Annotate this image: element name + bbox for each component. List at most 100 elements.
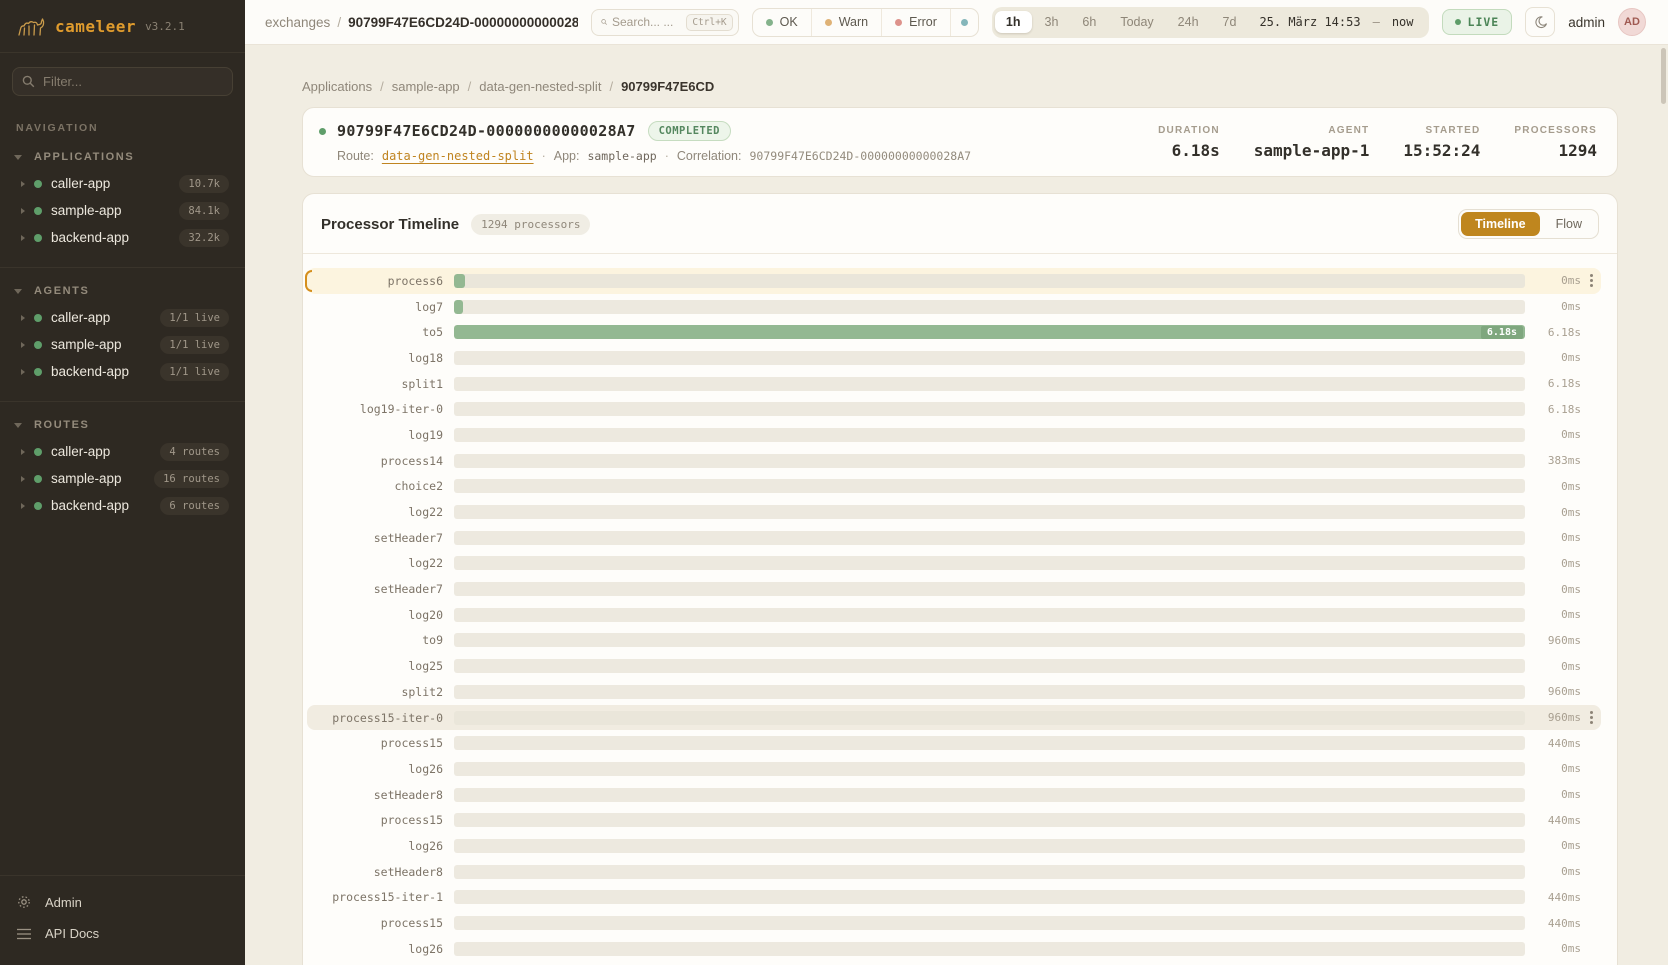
search-box[interactable]: Ctrl+K [591,9,739,36]
processor-name: process15 [307,916,454,930]
duration-value: 0ms [1525,506,1581,519]
timeline-row[interactable]: process15-iter-1 440ms [307,885,1601,911]
time-range-button[interactable]: Today [1109,11,1164,33]
sidebar-item[interactable]: caller-app 1/1 live [12,304,233,331]
timeline-row[interactable]: log26 0ms [307,756,1601,782]
timeline-row[interactable]: choice2 0ms [307,474,1601,500]
filter-input[interactable] [12,67,233,96]
timeline-track [454,762,1525,776]
timeline-row[interactable]: process15 440ms [307,807,1601,833]
stat-label: DURATION [1158,125,1220,136]
duration-value: 440ms [1525,814,1581,827]
timeline-row[interactable]: log18 0ms [307,345,1601,371]
breadcrumb-item[interactable]: Applications [302,79,372,94]
timeline-track [454,813,1525,827]
timeline-row[interactable]: process15 440ms [307,730,1601,756]
timeline-row[interactable]: to9 960ms [307,628,1601,654]
duration-bar [454,300,463,314]
selection-bracket [305,270,312,292]
page-breadcrumb: Applications / sample-app / data-gen-nes… [302,79,1618,94]
live-label: LIVE [1468,15,1500,29]
row-menu[interactable] [1581,279,1601,282]
topbar: exchanges / 90799F47E6CD24D-000000000000… [245,0,1668,45]
timeline-row[interactable]: process15-iter-0 960ms [307,705,1601,731]
search-icon [22,75,35,88]
avatar[interactable]: AD [1618,8,1646,36]
sidebar-item[interactable]: backend-app 32.2k [12,224,233,251]
view-toggle-button[interactable]: Flow [1542,212,1596,236]
timeline-row[interactable]: log19-iter-0 6.18s [307,396,1601,422]
sidebar-item[interactable]: backend-app 6 routes [12,492,233,519]
sidebar-item-label: backend-app [51,364,151,379]
route-link[interactable]: data-gen-nested-split [382,149,534,163]
status-dot [895,19,902,26]
timeline-row[interactable]: setHeader8 0ms [307,782,1601,808]
exchange-meta: Route: data-gen-nested-split · App: samp… [337,149,971,163]
time-range-button[interactable]: 3h [1034,11,1070,33]
sidebar-item-label: sample-app [51,471,145,486]
breadcrumb-section[interactable]: exchanges [265,15,330,30]
topbar-breadcrumb: exchanges / 90799F47E6CD24D-000000000000… [265,15,578,30]
theme-toggle-button[interactable] [1525,7,1555,37]
timeline-row[interactable]: split1 6.18s [307,371,1601,397]
status-dot [825,19,832,26]
time-range-button[interactable]: 24h [1167,11,1210,33]
timeline-row[interactable]: log19 0ms [307,422,1601,448]
breadcrumb-item[interactable]: data-gen-nested-split [479,79,601,94]
timeline-row[interactable]: log20 0ms [307,602,1601,628]
timeline-row[interactable]: split2 960ms [307,679,1601,705]
timeline-row[interactable]: process15 440ms [307,910,1601,936]
stat-value: 1294 [1514,141,1597,160]
sidebar-section-label: AGENTS [34,285,89,297]
timeline-row[interactable]: log7 0ms [307,294,1601,320]
status-filter[interactable]: Error [881,9,950,36]
status-filter[interactable] [950,9,978,36]
live-badge[interactable]: LIVE [1442,9,1513,35]
time-range-button[interactable]: 6h [1071,11,1107,33]
sidebar-section-header[interactable]: AGENTS [12,280,233,304]
sidebar-item[interactable]: sample-app 84.1k [12,197,233,224]
timeline-row[interactable]: setHeader7 0ms [307,525,1601,551]
time-range-button[interactable]: 7d [1212,11,1248,33]
chevron-down-icon [14,155,22,160]
search-input[interactable] [612,15,681,29]
view-toggle-button[interactable]: Timeline [1461,212,1539,236]
status-filter-label: OK [780,15,798,29]
timeline-row[interactable]: log26 0ms [307,833,1601,859]
timeline-row[interactable]: log22 0ms [307,551,1601,577]
breadcrumb-item[interactable]: sample-app [392,79,460,94]
timeline-row[interactable]: process6 0ms [307,268,1601,294]
sidebar-section-header[interactable]: ROUTES [12,414,233,438]
sidebar-item[interactable]: backend-app 1/1 live [12,358,233,385]
timeline-row[interactable]: to5 6.18s 6.18s [307,319,1601,345]
time-range-button[interactable]: 1h [995,11,1032,33]
status-filter[interactable]: Warn [811,9,881,36]
sidebar-footer-item[interactable]: API Docs [16,918,229,949]
processor-name: process15-iter-1 [307,890,454,904]
sidebar-item[interactable]: caller-app 4 routes [12,438,233,465]
timeline-track [454,454,1525,468]
processor-timeline-card: Processor Timeline 1294 processors Timel… [302,193,1618,965]
sidebar-item[interactable]: sample-app 16 routes [12,465,233,492]
sidebar-item-label: caller-app [51,310,151,325]
timeline-row[interactable]: log22 0ms [307,499,1601,525]
date-dash: — [1373,15,1380,29]
timeline-row[interactable]: log26 0ms [307,936,1601,962]
sidebar-section-label: APPLICATIONS [34,151,134,163]
sidebar-item[interactable]: sample-app 1/1 live [12,331,233,358]
timeline-row[interactable]: log25 0ms [307,653,1601,679]
breadcrumb-item[interactable]: 90799F47E6CD [621,79,714,94]
timeline-row[interactable]: setHeader8 0ms [307,859,1601,885]
sidebar-item[interactable]: caller-app 10.7k [12,170,233,197]
exchange-info: 90799F47E6CD24D-00000000000028A7 COMPLET… [319,121,971,163]
status-filter[interactable]: OK [753,9,811,36]
timeline-row[interactable]: setHeader7 0ms [307,576,1601,602]
processor-name: split1 [307,377,454,391]
sidebar-footer-item[interactable]: Admin [16,886,229,918]
processor-name: setHeader7 [307,582,454,596]
sidebar-item-badge: 10.7k [179,175,229,193]
duration-value: 0ms [1525,839,1581,852]
timeline-row[interactable]: process14 383ms [307,448,1601,474]
row-menu[interactable] [1581,716,1601,719]
sidebar-section-header[interactable]: APPLICATIONS [12,146,233,170]
